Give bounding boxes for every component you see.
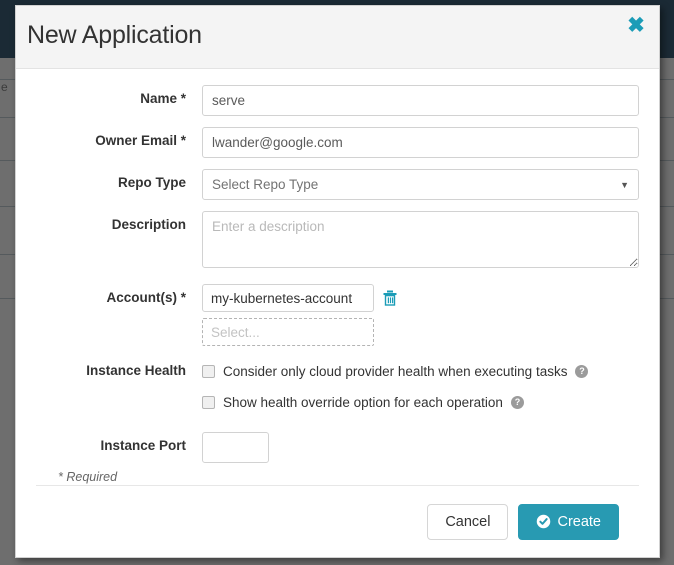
chevron-down-icon: ▼	[620, 179, 629, 190]
form-row-owner-email: Owner Email *	[36, 127, 639, 158]
owner-email-input[interactable]	[202, 127, 639, 158]
description-label: Description	[111, 217, 186, 232]
instance-port-label: Instance Port	[100, 438, 186, 453]
instance-health-label: Instance Health	[86, 363, 186, 378]
instance-health-option-1: Consider only cloud provider health when…	[202, 360, 639, 382]
new-application-modal: New Application ✖ Name * Owner Email * R…	[15, 5, 660, 558]
instance-port-control	[202, 432, 639, 463]
description-textarea[interactable]	[202, 211, 639, 268]
account-entry-row	[202, 284, 639, 312]
modal-footer: Cancel Create	[36, 485, 639, 557]
close-icon[interactable]: ✖	[625, 15, 647, 37]
form-row-instance-health: Instance Health Consider only cloud prov…	[36, 360, 639, 422]
name-control	[202, 85, 639, 116]
cloud-provider-health-label: Consider only cloud provider health when…	[223, 363, 568, 379]
form-row-description: Description	[36, 211, 639, 273]
repo-type-select[interactable]: Select Repo Type ▼	[202, 169, 639, 200]
name-label: Name *	[140, 91, 186, 106]
account-add-select[interactable]: Select...	[202, 318, 374, 346]
modal-body: Name * Owner Email * Repo Type Select Re…	[16, 69, 659, 485]
cloud-provider-health-checkbox[interactable]	[202, 364, 215, 378]
trash-icon[interactable]	[383, 290, 397, 306]
form-row-repo-type: Repo Type Select Repo Type ▼	[36, 169, 639, 200]
instance-port-input[interactable]	[202, 432, 269, 463]
page-title: New Application	[27, 21, 202, 49]
owner-email-control	[202, 127, 639, 158]
health-override-label: Show health override option for each ope…	[223, 394, 503, 410]
account-add-placeholder: Select...	[211, 324, 260, 340]
create-button[interactable]: Create	[518, 503, 619, 540]
form-row-name: Name *	[36, 85, 639, 116]
owner-email-label: Owner Email *	[95, 133, 186, 148]
modal-header: New Application ✖	[16, 6, 659, 69]
help-circle-icon[interactable]: ?	[510, 395, 524, 409]
instance-health-option-2: Show health override option for each ope…	[202, 391, 639, 413]
account-input[interactable]	[202, 284, 374, 312]
help-circle-icon[interactable]: ?	[575, 364, 589, 378]
check-circle-icon	[536, 514, 551, 529]
repo-type-control: Select Repo Type ▼	[202, 169, 639, 200]
bg-truncated-text: e	[1, 80, 8, 94]
required-note: * Required	[58, 470, 118, 484]
health-override-checkbox[interactable]	[202, 395, 215, 409]
accounts-label: Account(s) *	[106, 290, 186, 305]
repo-type-selected-value: Select Repo Type	[212, 177, 319, 192]
repo-type-label: Repo Type	[117, 175, 186, 190]
accounts-control: Select...	[202, 284, 639, 346]
name-input[interactable]	[202, 85, 639, 116]
cancel-button[interactable]: Cancel	[427, 503, 509, 540]
description-control	[202, 211, 639, 273]
instance-health-control: Consider only cloud provider health when…	[202, 360, 639, 422]
form-row-instance-port: Instance Port	[36, 432, 639, 463]
form-row-accounts: Account(s) * my-kubernetes-account Selec…	[36, 284, 639, 346]
create-button-label: Create	[557, 513, 601, 530]
